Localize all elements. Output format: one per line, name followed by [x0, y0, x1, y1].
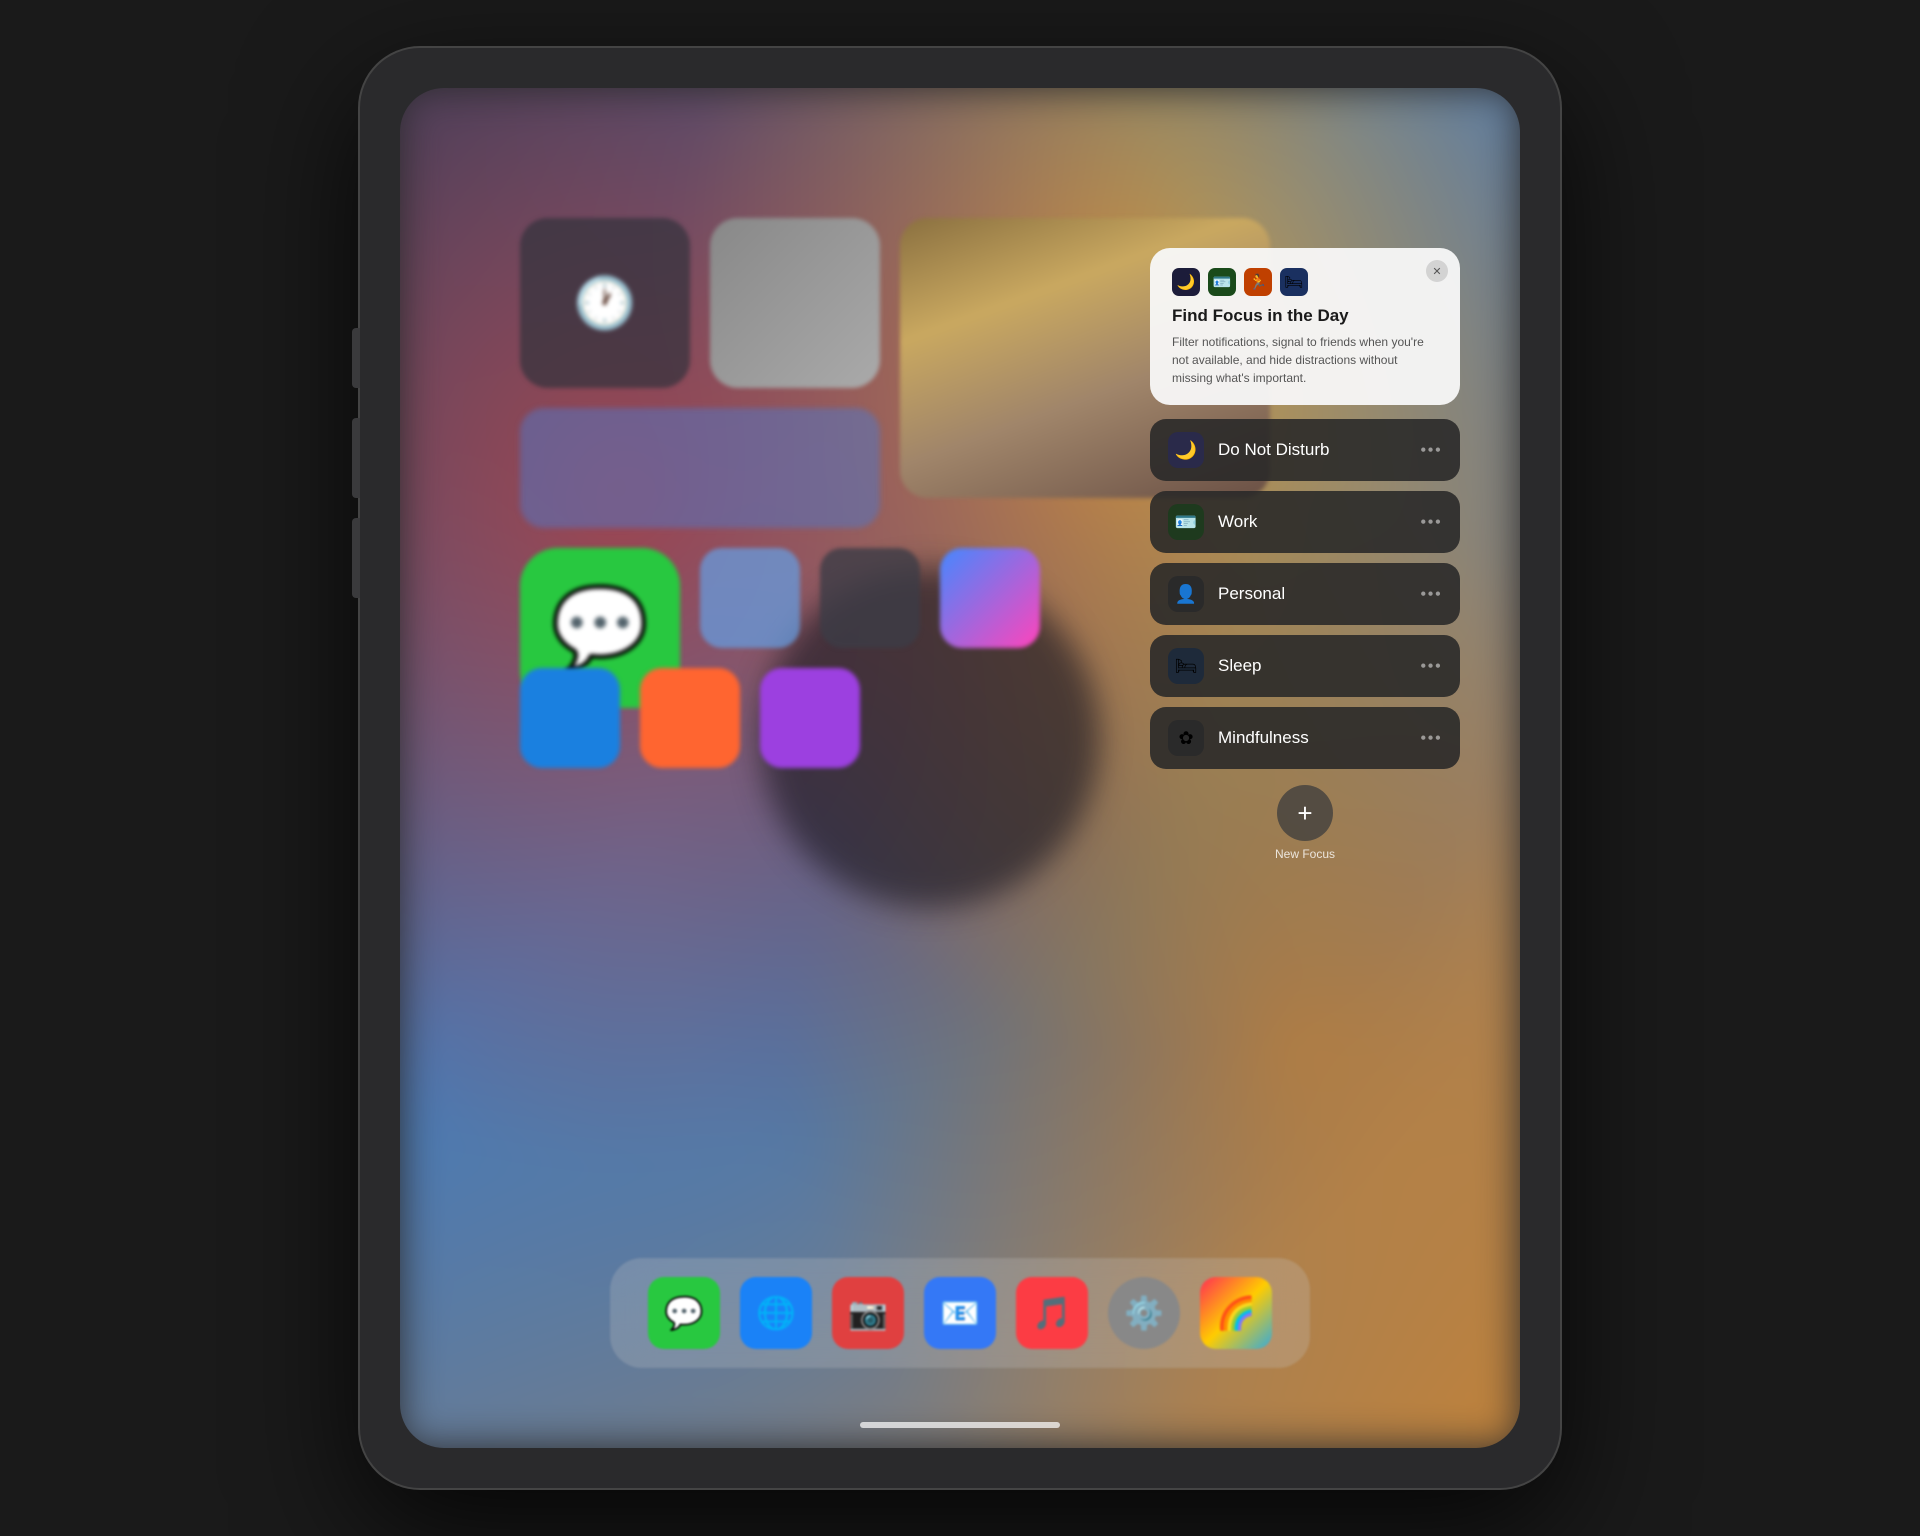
focus-info-card: 🌙 🪪 🏃 🛏 ✕ Find Focus in the Day Filter n… [1150, 248, 1460, 405]
new-focus-plus-icon: + [1277, 785, 1333, 841]
work-more-button[interactable]: ••• [1420, 512, 1442, 533]
new-focus-label: New Focus [1275, 847, 1335, 861]
app-icon-2 [820, 548, 920, 648]
personal-label: Personal [1218, 584, 1420, 604]
mindfulness-more-button[interactable]: ••• [1420, 728, 1442, 749]
sleep-label: Sleep [1218, 656, 1420, 676]
work-icon: 🪪 [1168, 504, 1204, 540]
dock-safari[interactable]: 🌐 [740, 1277, 812, 1349]
personal-icon: 👤 [1168, 576, 1204, 612]
focus-items-list: 🌙 Do Not Disturb ••• 🪪 Work ••• 👤 Person… [1150, 419, 1460, 769]
photo-widget-1 [710, 218, 880, 388]
focus-item-work[interactable]: 🪪 Work ••• [1150, 491, 1460, 553]
ipad-device: 🕐 💬 💬 🌐 📷 📧 🎵 ⚙️ 🌈 [360, 48, 1560, 1488]
focus-panel: 🌙 🪪 🏃 🛏 ✕ Find Focus in the Day Filter n… [1150, 248, 1460, 861]
volume-down-button [352, 518, 360, 598]
focus-item-personal[interactable]: 👤 Personal ••• [1150, 563, 1460, 625]
moon-icon: 🌙 [1172, 268, 1200, 296]
focus-type-icons: 🌙 🪪 🏃 🛏 [1172, 268, 1438, 296]
work-label: Work [1218, 512, 1420, 532]
app-icon-6 [760, 668, 860, 768]
new-focus-button[interactable]: + New Focus [1275, 785, 1335, 861]
dock-camera[interactable]: 📷 [832, 1277, 904, 1349]
app-icon-3 [940, 548, 1040, 648]
volume-up-button [352, 418, 360, 498]
sleep-more-button[interactable]: ••• [1420, 656, 1442, 677]
do-not-disturb-more-button[interactable]: ••• [1420, 440, 1442, 461]
sleep-icon-sm: 🛏 [1280, 268, 1308, 296]
dock-photos[interactable]: 🌈 [1200, 1277, 1272, 1349]
calendar-widget [520, 408, 880, 528]
app-icon-5 [640, 668, 740, 768]
mindfulness-label: Mindfulness [1218, 728, 1420, 748]
fitness-icon: 🏃 [1244, 268, 1272, 296]
screen: 🕐 💬 💬 🌐 📷 📧 🎵 ⚙️ 🌈 [400, 88, 1520, 1448]
mindfulness-icon: ✿ [1168, 720, 1204, 756]
focus-item-mindfulness[interactable]: ✿ Mindfulness ••• [1150, 707, 1460, 769]
close-button[interactable]: ✕ [1426, 260, 1448, 282]
dock-mail[interactable]: 📧 [924, 1277, 996, 1349]
dock-messages[interactable]: 💬 [648, 1277, 720, 1349]
sleep-icon: 🛏 [1168, 648, 1204, 684]
dock: 💬 🌐 📷 📧 🎵 ⚙️ 🌈 [610, 1258, 1310, 1368]
dock-settings[interactable]: ⚙️ [1108, 1277, 1180, 1349]
app-icon-4 [520, 668, 620, 768]
side-button-power [352, 328, 360, 388]
do-not-disturb-label: Do Not Disturb [1218, 440, 1420, 460]
info-card-description: Filter notifications, signal to friends … [1172, 333, 1438, 387]
dock-music[interactable]: 🎵 [1016, 1277, 1088, 1349]
info-card-title: Find Focus in the Day [1172, 306, 1438, 326]
personal-more-button[interactable]: ••• [1420, 584, 1442, 605]
do-not-disturb-icon: 🌙 [1168, 432, 1204, 468]
work-icon: 🪪 [1208, 268, 1236, 296]
clock-widget: 🕐 [520, 218, 690, 388]
app-icon-1 [700, 548, 800, 648]
home-indicator [860, 1422, 1060, 1428]
focus-item-do-not-disturb[interactable]: 🌙 Do Not Disturb ••• [1150, 419, 1460, 481]
focus-item-sleep[interactable]: 🛏 Sleep ••• [1150, 635, 1460, 697]
